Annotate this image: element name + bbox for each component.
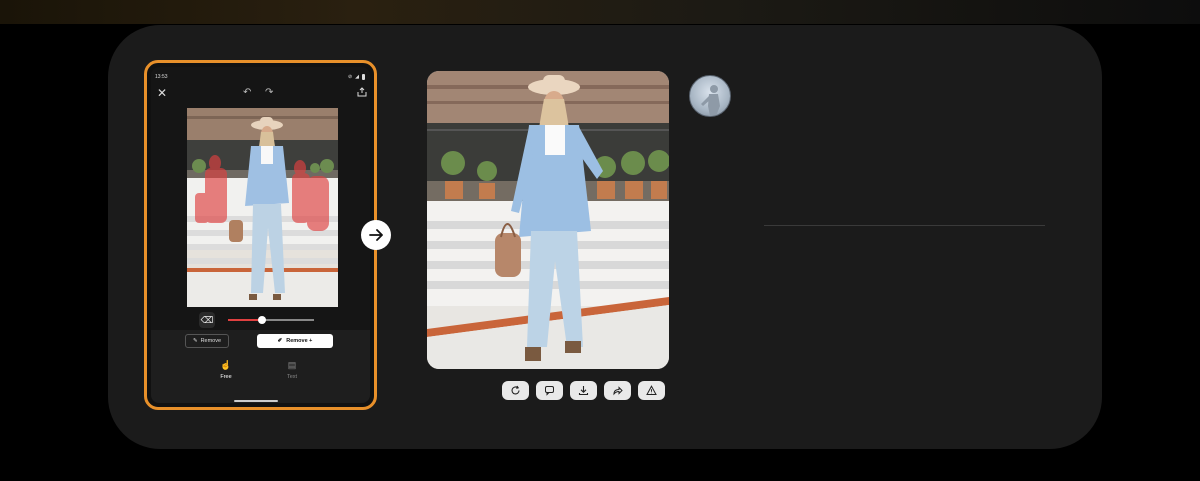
report-icon bbox=[646, 385, 657, 395]
remove-plus-button-label: Remove + bbox=[286, 338, 313, 344]
regenerate-button[interactable] bbox=[502, 381, 529, 400]
text-box-icon: ▤ bbox=[287, 360, 297, 370]
divider bbox=[764, 225, 1045, 226]
mode-text-label: Text bbox=[286, 374, 298, 380]
download-button[interactable] bbox=[570, 381, 597, 400]
remove-plus-button[interactable]: ✐ Remove + bbox=[257, 334, 333, 348]
feedback-button[interactable] bbox=[536, 381, 563, 400]
phone-screen: 13:53 ⊘ ◢ ✕ ↶ ↷ ⌫ ✎ Remove ✐ Remove + ☝ … bbox=[151, 67, 370, 403]
editing-photo[interactable] bbox=[187, 108, 338, 307]
close-icon[interactable]: ✕ bbox=[157, 87, 167, 99]
result-photo[interactable] bbox=[427, 71, 669, 369]
report-button[interactable] bbox=[638, 381, 665, 400]
tool-panel: ✎ Remove ✐ Remove + ☝ Free ▤ Text bbox=[151, 330, 370, 403]
mode-free-label: Free bbox=[220, 374, 232, 380]
remove-button[interactable]: ✎ Remove bbox=[185, 334, 229, 348]
mute-icon: ⊘ bbox=[347, 74, 353, 80]
phone-mockup: 13:53 ⊘ ◢ ✕ ↶ ↷ ⌫ ✎ Remove ✐ Remove + ☝ … bbox=[144, 60, 377, 410]
share-button[interactable] bbox=[604, 381, 631, 400]
status-time: 13:53 bbox=[155, 74, 168, 80]
hand-pointer-icon: ☝ bbox=[220, 360, 232, 370]
brush-size-fill bbox=[228, 319, 263, 321]
brush-size-row: ⌫ bbox=[151, 309, 370, 329]
magic-wand-icon: ✎ bbox=[192, 338, 198, 344]
status-bar: 13:53 ⊘ ◢ bbox=[155, 72, 365, 82]
feedback-icon bbox=[545, 386, 554, 396]
brush-size-handle[interactable] bbox=[258, 316, 267, 324]
wifi-icon: ◢ bbox=[355, 74, 359, 80]
eraser-icon[interactable]: ⌫ bbox=[199, 312, 215, 328]
redo-icon[interactable]: ↷ bbox=[265, 87, 273, 98]
arrow-right-icon bbox=[361, 220, 391, 250]
top-gradient-bar bbox=[0, 0, 1200, 24]
avatar bbox=[689, 75, 731, 117]
home-indicator bbox=[234, 400, 278, 402]
battery-icon bbox=[362, 74, 365, 80]
undo-icon[interactable]: ↶ bbox=[243, 87, 251, 98]
mode-free[interactable]: ☝ Free bbox=[211, 360, 241, 380]
editor-topbar: ✕ ↶ ↷ bbox=[151, 85, 370, 103]
export-icon[interactable] bbox=[357, 87, 367, 97]
share-icon bbox=[613, 386, 623, 396]
mode-text[interactable]: ▤ Text bbox=[277, 360, 307, 380]
result-actions bbox=[502, 381, 665, 400]
regenerate-icon bbox=[511, 385, 520, 395]
download-icon bbox=[578, 386, 589, 396]
sparkle-brush-icon: ✐ bbox=[277, 338, 283, 344]
remove-button-label: Remove bbox=[200, 338, 222, 344]
brush-size-slider[interactable] bbox=[228, 316, 314, 324]
status-icons: ⊘ ◢ bbox=[348, 74, 365, 80]
